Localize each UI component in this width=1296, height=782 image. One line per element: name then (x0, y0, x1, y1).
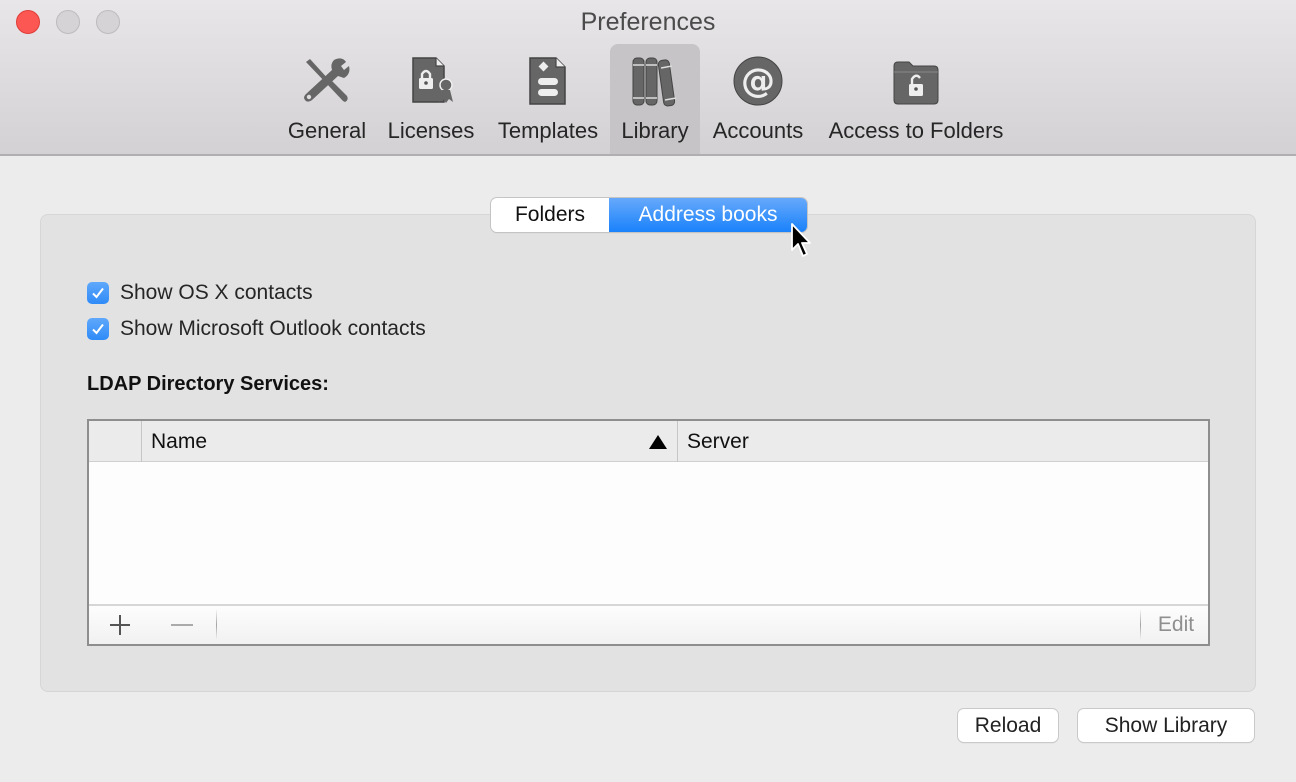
reload-button[interactable]: Reload (958, 709, 1058, 742)
column-header-server[interactable]: Server (687, 421, 1187, 462)
checkmark-icon (92, 323, 104, 335)
plus-icon (110, 615, 130, 635)
toolbar-item-licenses[interactable]: Licenses (381, 44, 481, 154)
table-footer-bar: Edit (89, 604, 1208, 644)
toolbar-label: Library (621, 118, 689, 143)
column-separator (677, 421, 678, 462)
segment-address-books[interactable]: Address books (609, 198, 807, 232)
view-segmented-control: Folders Address books (491, 198, 807, 232)
checkmark-icon (92, 287, 104, 299)
template-document-icon (521, 54, 575, 108)
edit-server-button[interactable]: Edit (1141, 606, 1211, 644)
add-server-button[interactable] (89, 606, 151, 644)
segment-folders[interactable]: Folders (491, 198, 609, 232)
titlebar-toolbar: Preferences General Licenses Templates L… (0, 0, 1296, 156)
column-separator (141, 421, 142, 462)
footer-separator (216, 610, 217, 640)
remove-server-button[interactable] (151, 606, 213, 644)
table-body[interactable] (89, 462, 1208, 606)
show-outlook-contacts-checkbox[interactable] (87, 318, 109, 340)
books-icon (628, 54, 682, 108)
at-sign-icon: @ (731, 54, 785, 108)
show-osx-contacts-label: Show OS X contacts (120, 281, 313, 304)
mouse-pointer-icon (790, 222, 814, 265)
show-osx-contacts-row[interactable]: Show OS X contacts (87, 281, 313, 305)
show-library-button[interactable]: Show Library (1078, 709, 1254, 742)
table-header: Name Server (89, 421, 1208, 462)
show-osx-contacts-checkbox[interactable] (87, 282, 109, 304)
toolbar-label: Templates (497, 118, 599, 143)
edit-label: Edit (1157, 613, 1195, 636)
license-certificate-icon (404, 54, 458, 108)
toolbar-item-library[interactable]: Library (610, 44, 700, 154)
toolbar-item-templates[interactable]: Templates (492, 44, 604, 154)
show-outlook-contacts-row[interactable]: Show Microsoft Outlook contacts (87, 317, 426, 341)
locked-folder-icon (889, 54, 943, 108)
toolbar-item-access-to-folders[interactable]: Access to Folders (820, 44, 1012, 154)
toolbar-label: General (287, 118, 367, 143)
svg-text:@: @ (741, 61, 775, 101)
toolbar-label: Licenses (387, 118, 475, 143)
ldap-section-title: LDAP Directory Services: (87, 373, 329, 395)
toolbar-label: Access to Folders (828, 118, 1004, 143)
toolbar-item-general[interactable]: General (282, 44, 372, 154)
show-outlook-contacts-label: Show Microsoft Outlook contacts (120, 317, 426, 340)
preferences-window: Preferences General Licenses Templates L… (0, 0, 1296, 782)
column-header-name[interactable]: Name (151, 421, 676, 462)
toolbar-item-accounts[interactable]: @ Accounts (706, 44, 810, 154)
minus-icon (171, 624, 193, 626)
toolbar-label: Accounts (712, 118, 804, 143)
window-title: Preferences (580, 8, 716, 36)
sort-ascending-icon (649, 435, 667, 449)
tools-icon (300, 54, 354, 108)
ldap-table: Name Server Edit (87, 419, 1210, 646)
